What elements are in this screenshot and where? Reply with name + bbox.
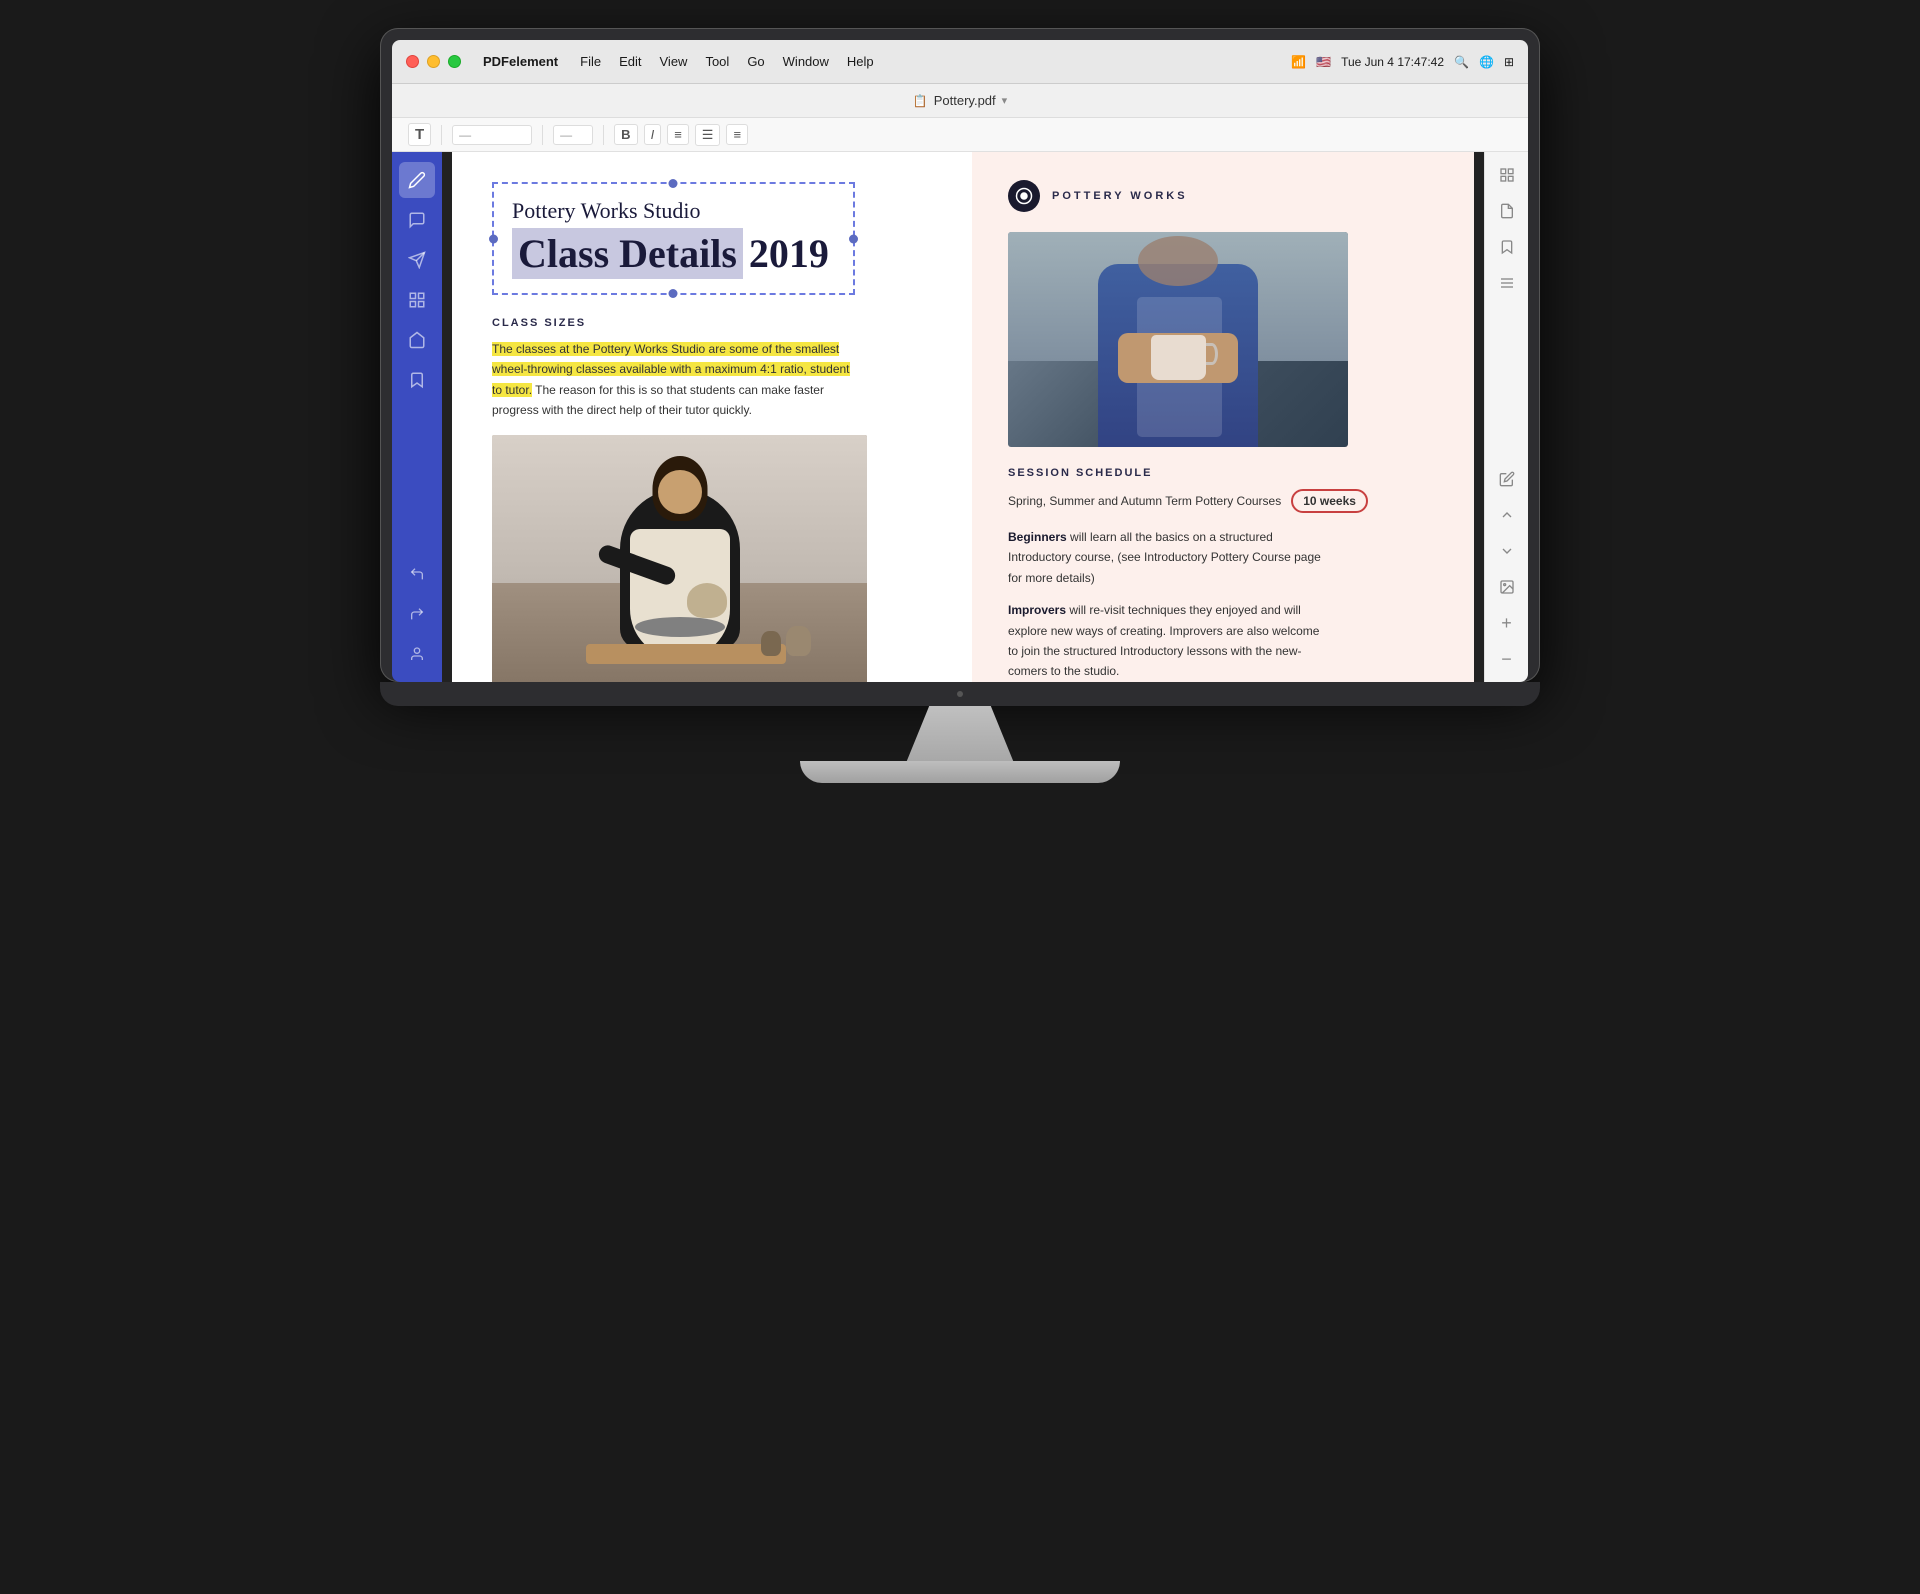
monitor-stand-neck <box>890 706 1030 761</box>
monitor-wrapper: PDFelement File Edit View Tool Go Window… <box>0 0 1920 783</box>
right-sidebar: + − <box>1484 152 1528 682</box>
text-tool-icon[interactable]: T <box>408 123 431 146</box>
improvers-para: Improvers will re-visit techniques they … <box>1008 600 1328 682</box>
macos-menubar: PDFelement File Edit View Tool Go Window… <box>392 40 1528 84</box>
title-main-text: Class Details <box>512 228 743 279</box>
menu-view[interactable]: View <box>652 52 696 71</box>
beginners-label: Beginners <box>1008 530 1067 544</box>
pottery-logo-text: POTTERY WORKS <box>1052 190 1188 202</box>
align-left-btn[interactable]: ≡ <box>667 124 689 145</box>
monitor-screen: PDFelement File Edit View Tool Go Window… <box>392 40 1528 682</box>
pages-tool-icon[interactable] <box>399 322 435 358</box>
globe-icon[interactable]: 🌐 <box>1479 55 1494 69</box>
title-subtitle-text: Pottery Works Studio <box>512 198 835 224</box>
improvers-label: Improvers <box>1008 603 1066 617</box>
menu-tool[interactable]: Tool <box>697 52 737 71</box>
align-right-btn[interactable]: ≡ <box>726 124 748 145</box>
tab-file-icon: 📋 <box>913 94 928 108</box>
share-tool-icon[interactable] <box>399 242 435 278</box>
align-center-btn[interactable]: ☰ <box>695 124 721 146</box>
pottery-logo-icon <box>1008 180 1040 212</box>
title-main-row: Class Details 2019 <box>512 228 835 279</box>
page-down-icon[interactable] <box>1492 536 1522 566</box>
class-sizes-text: The classes at the Pottery Works Studio … <box>492 339 852 421</box>
title-year-text: 2019 <box>743 228 835 279</box>
pdf-content-area: Pottery Works Studio Class Details 2019 … <box>442 152 1484 682</box>
menu-window[interactable]: Window <box>775 52 837 71</box>
clock: Tue Jun 4 17:47:42 <box>1341 55 1444 69</box>
maximize-button[interactable] <box>448 55 461 68</box>
bookmark-panel-icon[interactable] <box>1492 232 1522 262</box>
class-text-normal: The reason for this is so that students … <box>492 383 824 417</box>
page-spine-left <box>442 152 452 682</box>
tab-chevron: ▾ <box>1002 94 1008 107</box>
monitor-stand-base <box>800 761 1120 783</box>
undo-icon[interactable] <box>399 556 435 592</box>
beginners-para: Beginners will learn all the basics on a… <box>1008 527 1328 588</box>
weeks-badge: 10 weeks <box>1291 489 1368 513</box>
italic-btn[interactable]: I <box>644 124 662 145</box>
page-spine-right <box>1474 152 1484 682</box>
comment-tool-icon[interactable] <box>399 202 435 238</box>
tab-bar: 📋 Pottery.pdf ▾ <box>392 84 1528 118</box>
toolbar-divider-2 <box>542 125 543 145</box>
search-icon[interactable]: 🔍 <box>1454 55 1469 69</box>
session-schedule-heading: SESSION SCHEDULE <box>1008 467 1448 479</box>
app-name: PDFelement <box>483 54 558 69</box>
menu-help[interactable]: Help <box>839 52 882 71</box>
font-size-field[interactable]: — <box>553 125 593 145</box>
menu-file[interactable]: File <box>572 52 609 71</box>
font-family-field[interactable]: — <box>452 125 532 145</box>
left-sidebar <box>392 152 442 682</box>
session-line-text: Spring, Summer and Autumn Term Pottery C… <box>1008 494 1281 508</box>
minimize-button[interactable] <box>427 55 440 68</box>
annotation-panel-icon[interactable] <box>1492 464 1522 494</box>
photo-mug-holder <box>1008 232 1348 447</box>
monitor-bezel: PDFelement File Edit View Tool Go Window… <box>380 28 1540 682</box>
page-right: POTTERY WORKS <box>972 152 1484 682</box>
photo-pottery-person <box>492 435 867 682</box>
monitor-outer: PDFelement File Edit View Tool Go Window… <box>380 28 1540 706</box>
class-sizes-heading: CLASS SIZES <box>492 317 932 329</box>
bookmark-tool-icon[interactable] <box>399 362 435 398</box>
close-button[interactable] <box>406 55 419 68</box>
apps-icon[interactable]: ⊞ <box>1504 55 1514 69</box>
session-line-row: Spring, Summer and Autumn Term Pottery C… <box>1008 489 1448 513</box>
menu-edit[interactable]: Edit <box>611 52 649 71</box>
add-panel-icon[interactable]: + <box>1492 608 1522 638</box>
pottery-logo-row: POTTERY WORKS <box>1008 180 1448 212</box>
wifi-icon: 📶 <box>1291 55 1306 69</box>
page-left: Pottery Works Studio Class Details 2019 … <box>442 152 972 682</box>
tab-filename[interactable]: Pottery.pdf <box>934 93 996 108</box>
grid-panel-icon[interactable] <box>1492 160 1522 190</box>
edit-tool-icon[interactable] <box>399 162 435 198</box>
page-panel-icon[interactable] <box>1492 196 1522 226</box>
title-text-box[interactable]: Pottery Works Studio Class Details 2019 <box>492 182 855 295</box>
user-icon[interactable] <box>399 636 435 672</box>
page-up-icon[interactable] <box>1492 500 1522 530</box>
minus-panel-icon[interactable]: − <box>1492 644 1522 674</box>
menu-bar-items: File Edit View Tool Go Window Help <box>572 52 1291 71</box>
flag-icon: 🇺🇸 <box>1316 55 1331 69</box>
toolbar-divider-1 <box>441 125 442 145</box>
menubar-right: 📶 🇺🇸 Tue Jun 4 17:47:42 🔍 🌐 ⊞ <box>1291 55 1514 69</box>
menu-panel-icon[interactable] <box>1492 268 1522 298</box>
traffic-lights <box>406 55 461 68</box>
app-body: Pottery Works Studio Class Details 2019 … <box>392 152 1528 682</box>
image-replace-icon[interactable] <box>1492 572 1522 602</box>
monitor-chin <box>380 682 1540 706</box>
bold-btn[interactable]: B <box>614 124 637 145</box>
redo-icon[interactable] <box>399 596 435 632</box>
toolbar-divider-3 <box>603 125 604 145</box>
layers-tool-icon[interactable] <box>399 282 435 318</box>
toolbar: T — — B I ≡ ☰ ≡ <box>392 118 1528 152</box>
menu-go[interactable]: Go <box>739 52 772 71</box>
